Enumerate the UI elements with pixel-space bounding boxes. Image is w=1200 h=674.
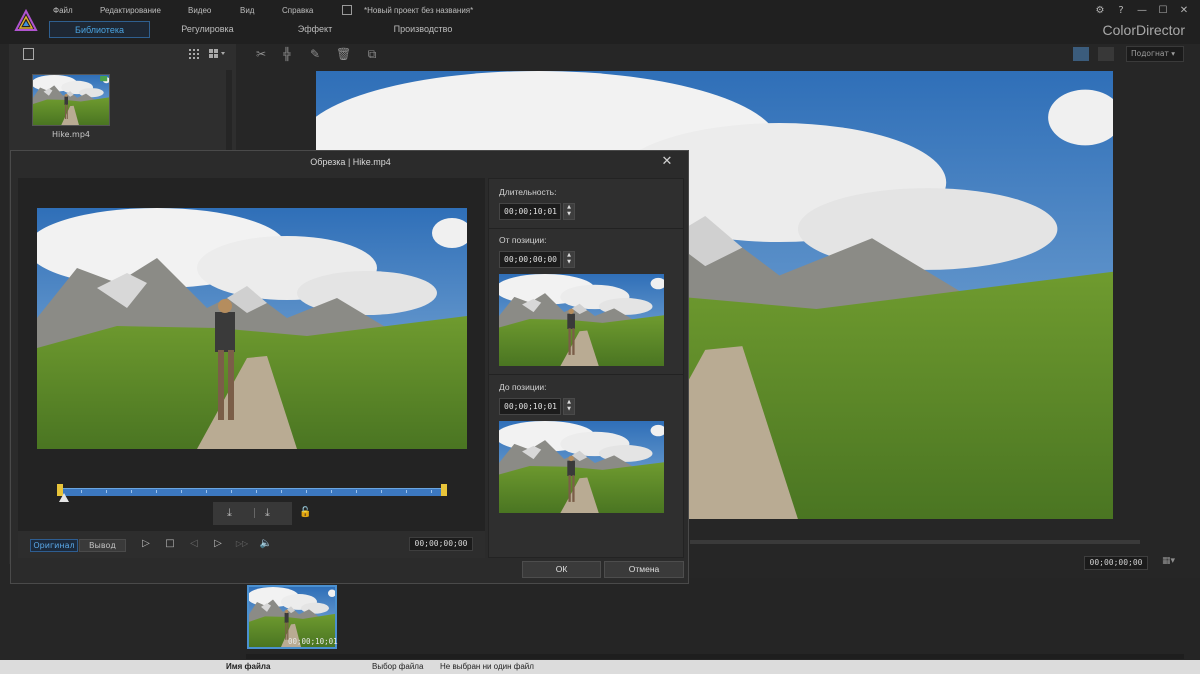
to-stepper[interactable]: ▲ ▼ [563,398,575,415]
view-mode-split-button[interactable] [1098,47,1114,61]
menu-file[interactable]: Файл [53,6,73,15]
stop-icon[interactable]: □ [163,537,177,551]
original-button[interactable]: Оригинал [30,539,78,552]
from-label: От позиции: [499,235,547,245]
trim-tick [406,490,407,493]
close-button[interactable]: ✕ [1178,5,1190,17]
menu-video[interactable]: Видео [188,6,211,15]
mark-out-button[interactable]: ⤓ [265,507,279,519]
playhead-marker[interactable] [59,493,69,502]
trim-tick [331,490,332,493]
trim-tick [306,490,307,493]
grid-small-icon[interactable] [189,49,199,59]
divider [489,228,683,229]
mark-in-button[interactable]: ⤓ [227,507,241,519]
trim-tick [206,490,207,493]
trim-settings-panel: Длительность: 00;00;10;01 ▲ ▼ От позиции:… [488,178,684,558]
dialog-timecode: 00;00;00;00 [409,537,473,551]
timeline-scrollbar[interactable] [246,654,1184,659]
tab-effect[interactable]: Эффект [265,21,365,38]
choose-file-button[interactable]: Выбор файла [372,662,423,671]
main-timecode: 00;00;00;00 [1084,556,1148,570]
from-stepper[interactable]: ▲ ▼ [563,251,575,268]
settings-icon[interactable]: ⚙ [1094,5,1106,17]
play-icon[interactable]: ▷ [139,537,153,551]
minimize-button[interactable]: — [1136,5,1148,17]
trim-tick [431,490,432,493]
menu-edit[interactable]: Редактирование [100,6,161,15]
duration-label: Длительность: [499,187,557,197]
view-mode-icon[interactable] [209,49,225,59]
pen-icon[interactable]: ✎ [308,47,322,61]
maximize-button[interactable]: ☐ [1157,5,1169,17]
prev-frame-icon[interactable]: ◁ [187,537,201,551]
trim-tick [156,490,157,493]
project-title: *Новый проект без названия* [364,6,474,15]
duration-stepper[interactable]: ▲ ▼ [563,203,575,220]
ok-button[interactable]: ОК [522,561,601,578]
menu-help[interactable]: Справка [282,6,313,15]
trash-icon[interactable]: 🗑 [336,47,351,61]
library-clip-name: Hike.mp4 [51,130,90,139]
divider [489,374,683,375]
brand-logo-text: ColorDirector [1102,22,1185,38]
timeline-clip-timecode: 00;00;10;01 [288,637,338,646]
mark-separator [254,508,255,518]
library-toolbar [9,44,236,64]
trim-video-preview[interactable] [37,208,467,449]
to-thumbnail [499,421,664,513]
trim-out-handle[interactable] [441,484,447,496]
dialog-close-button[interactable]: ✕ [661,155,673,168]
trim-tick [381,490,382,493]
cancel-button[interactable]: Отмена [604,561,684,578]
crop-icon[interactable]: ⧉ [365,47,379,61]
trim-tick [131,490,132,493]
help-icon[interactable]: ? [1115,5,1127,17]
no-file-chosen-text: Не выбран ни один файл [440,662,534,671]
fit-zoom-select[interactable]: Подогнат ▾ [1126,46,1184,62]
mark-controls [213,502,292,525]
trim-range-track[interactable] [59,488,445,496]
editor-toolbar: ✂ ╬ ✎ 🗑 ⧉ [240,44,1200,64]
trim-tick [281,490,282,493]
tab-produce[interactable]: Производство [375,21,471,38]
trim-tick [256,490,257,493]
dialog-title: Обрезка | Hike.mp4 [310,157,391,167]
library-clip-thumbnail[interactable] [32,74,110,126]
view-mode-single-button[interactable] [1073,47,1089,61]
trim-dialog: Обрезка | Hike.mp4 ✕ ⤓ ⤓ 🔓 Оригинал Выво… [10,150,689,584]
colordirector-logo-icon [14,9,38,31]
from-thumbnail [499,274,664,366]
volume-icon[interactable]: 🔈 [259,537,273,551]
trim-tick [356,490,357,493]
import-media-icon[interactable] [23,48,34,60]
output-button[interactable]: Вывод [79,539,126,552]
window-controls: ⚙ ? — ☐ ✕ [1094,4,1190,18]
duration-field[interactable]: 00;00;10;01 [499,203,561,220]
to-label: До позиции: [499,382,547,392]
title-bar: Файл Редактирование Видео Вид Справка *Н… [0,0,1200,44]
trim-tick [181,490,182,493]
lock-icon[interactable]: 🔓 [299,507,311,519]
tab-adjust[interactable]: Регулировка [160,21,255,38]
main-scrubber[interactable] [690,540,1140,544]
from-field[interactable]: 00;00;00;00 [499,251,561,268]
fast-forward-icon[interactable]: ▷▷ [235,537,249,551]
save-icon[interactable] [342,5,352,15]
file-name-header: Имя файла [226,662,271,671]
to-field[interactable]: 00;00;10;01 [499,398,561,415]
next-frame-icon[interactable]: ▷ [211,537,225,551]
trim-tick [231,490,232,493]
menu-view[interactable]: Вид [240,6,254,15]
scissors-icon[interactable]: ✂ [254,47,268,61]
aspect-ratio-button[interactable]: ▦▾ [1162,556,1186,570]
trim-tick [81,490,82,493]
trim-tick [106,490,107,493]
split-icon[interactable]: ╬ [280,47,294,61]
bottom-file-strip: Имя файла Выбор файла Не выбран ни один … [0,660,1200,674]
tab-library[interactable]: Библиотека [49,21,150,38]
